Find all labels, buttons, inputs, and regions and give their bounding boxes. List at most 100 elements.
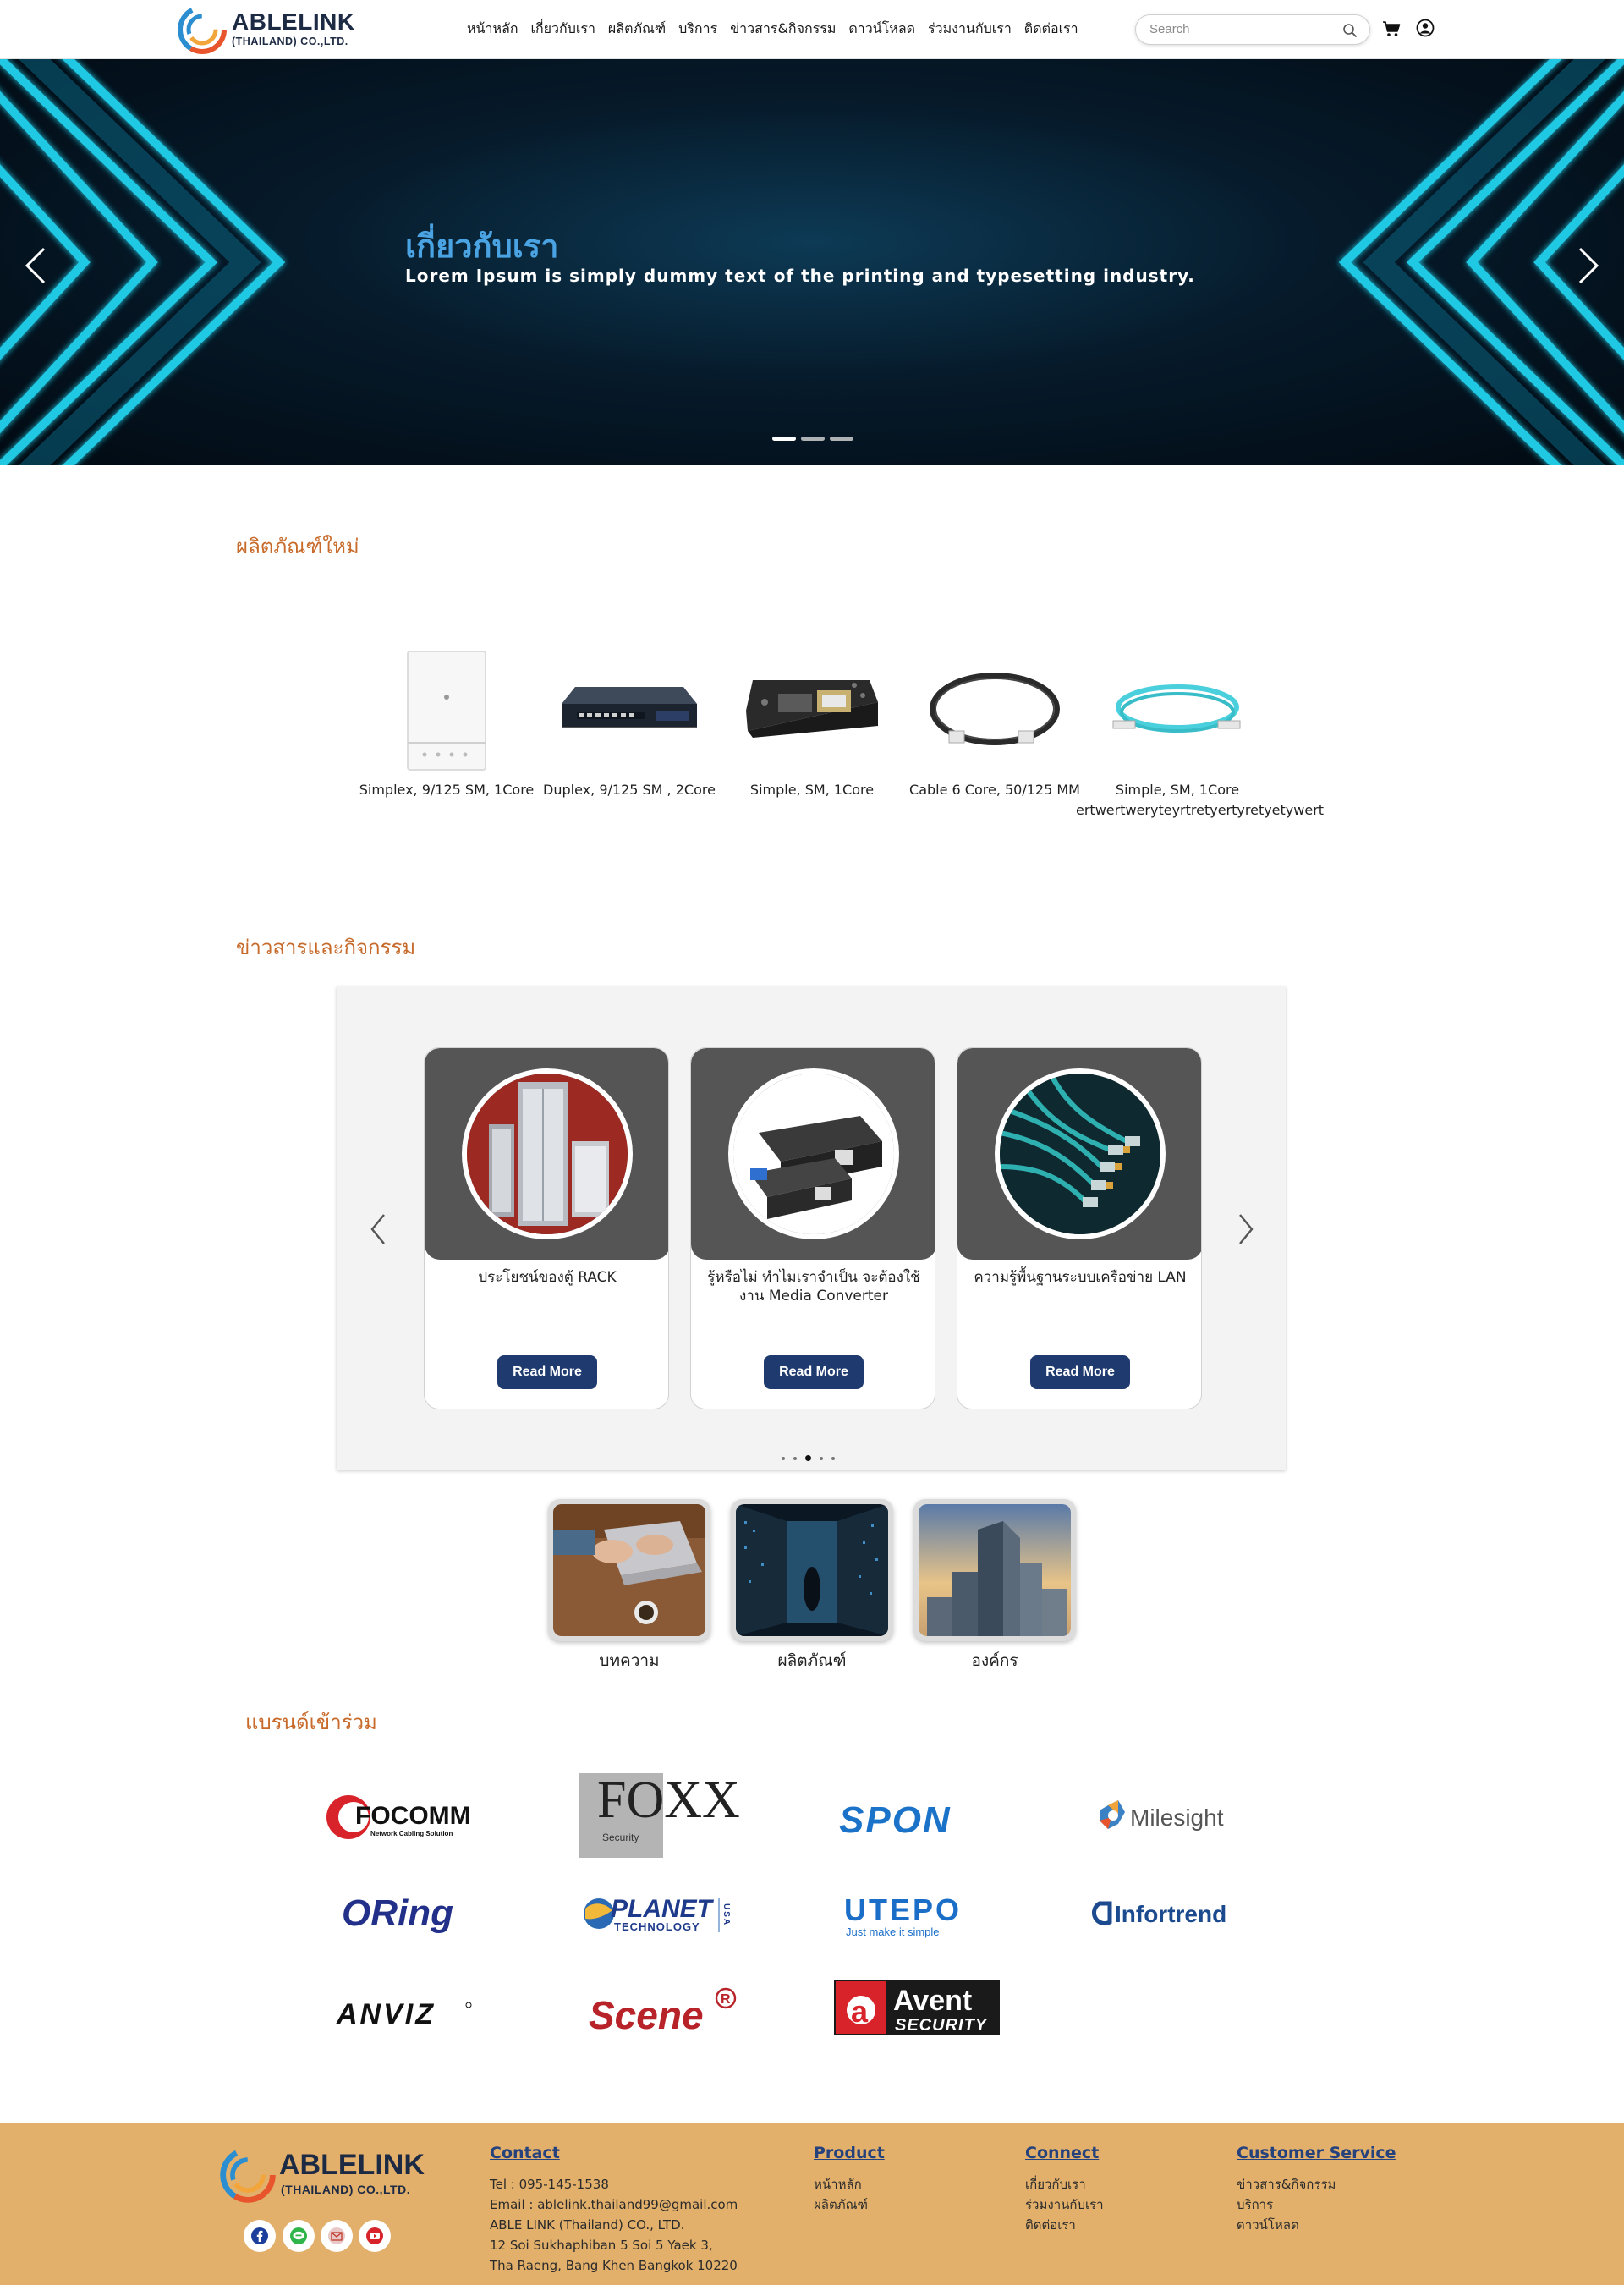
- footer-contact-line: Tel : 095-145-1538: [490, 2177, 609, 2192]
- search-input[interactable]: [1149, 22, 1336, 36]
- brand-tagline: Just make it simple: [846, 1925, 940, 1938]
- category-label: องค์กร: [971, 1651, 1018, 1670]
- brand-foxx[interactable]: FOXX Security: [573, 1773, 751, 1858]
- footer-connect-link[interactable]: ร่วมงานกับเรา: [1025, 2194, 1104, 2215]
- news-carousel-dots: [782, 1455, 835, 1461]
- brand-planet[interactable]: PLANET TECHNOLOGY USA: [575, 1883, 744, 1942]
- facebook-icon: [251, 2227, 268, 2244]
- news-dot[interactable]: [831, 1456, 835, 1460]
- lan-cable-image: [995, 1068, 1166, 1239]
- brand-wordmark: FOXX: [597, 1773, 740, 1829]
- footer-product-link[interactable]: ผลิตภัณฑ์: [814, 2194, 868, 2215]
- media-converter-image: [728, 1068, 899, 1239]
- black-cable-icon: [930, 673, 1060, 745]
- news-dot[interactable]: [782, 1456, 785, 1460]
- main-nav: หน้าหลัก เกี่ยวกับเรา ผลิตภัณฑ์ บริการ ข…: [467, 19, 1078, 40]
- hero-dot[interactable]: [801, 437, 825, 441]
- brand-infortrend[interactable]: Infortrend: [1088, 1883, 1257, 1942]
- circuit-board-icon: [746, 680, 878, 738]
- youtube-button[interactable]: [359, 2220, 391, 2252]
- product-name: Cable 6 Core, 50/125 MM: [909, 782, 1080, 798]
- email-button[interactable]: [321, 2220, 353, 2252]
- facebook-button[interactable]: [244, 2220, 276, 2252]
- news-prev-arrow-icon[interactable]: [365, 1210, 391, 1249]
- youtube-icon: [366, 2227, 383, 2244]
- brand-tagline: TECHNOLOGY: [614, 1920, 700, 1933]
- brand-oring[interactable]: ORing: [320, 1883, 489, 1942]
- site-logo[interactable]: ABLELINK (THAILAND) CO.,LTD.: [176, 3, 354, 56]
- footer-connect-heading[interactable]: Connect: [1025, 2144, 1099, 2162]
- brands-title: แบรนด์เข้าร่วม: [245, 1711, 377, 1734]
- hero-dot[interactable]: [830, 437, 853, 441]
- hero-next-arrow-icon[interactable]: [1572, 240, 1605, 291]
- footer-customer-service-link[interactable]: ข่าวสาร&กิจกรรม: [1237, 2174, 1336, 2194]
- product-name: Duplex, 9/125 SM , 2Core: [543, 782, 716, 798]
- datacenter-image: [731, 1499, 893, 1641]
- read-more-button[interactable]: Read More: [1030, 1355, 1130, 1389]
- footer-customer-service-link[interactable]: บริการ: [1237, 2194, 1273, 2215]
- hero-slide-indicators: [772, 437, 853, 441]
- news-card[interactable]: ประโยชน์ของตู้ RACK Read More: [424, 1047, 669, 1409]
- footer-logo[interactable]: ABLELINK (THAILAND) CO.,LTD.: [218, 2144, 425, 2206]
- footer-contact-heading[interactable]: Contact: [490, 2144, 560, 2162]
- aqua-fiber-cable-icon: [1112, 684, 1241, 733]
- footer-contact-line[interactable]: Email : ablelink.thailand99@gmail.com: [490, 2194, 738, 2215]
- news-card-title: ประโยชน์ของตู้ RACK: [478, 1269, 617, 1286]
- nav-contact[interactable]: ติดต่อเรา: [1024, 19, 1078, 40]
- read-more-button[interactable]: Read More: [764, 1355, 864, 1389]
- brand-tagline: SECURITY: [895, 2016, 988, 2035]
- read-more-button[interactable]: Read More: [497, 1355, 597, 1389]
- brand-scene[interactable]: Scene R: [575, 1976, 744, 2049]
- brand-focomm[interactable]: FOCOMM Network Cabling Solution: [320, 1788, 489, 1848]
- neon-chevron-background: [0, 59, 1624, 465]
- ablelink-swirl-icon: [178, 5, 227, 54]
- brand-wordmark: Infortrend: [1115, 1901, 1226, 1927]
- search-icon[interactable]: [1342, 23, 1358, 38]
- line-button[interactable]: [283, 2220, 315, 2252]
- hero-prev-arrow-icon[interactable]: [19, 240, 52, 291]
- brand-anviz[interactable]: ANVIZ: [320, 1983, 489, 2042]
- logo-text: ABLELINK: [232, 8, 355, 35]
- network-switch-icon: [562, 687, 697, 728]
- news-card[interactable]: รู้หรือไม่ ทำไมเราจำเป็น จะต้องใช้งาน Me…: [690, 1047, 935, 1409]
- brand-spon[interactable]: SPON: [832, 1788, 1001, 1848]
- nav-home[interactable]: หน้าหลัก: [467, 19, 518, 40]
- news-dot[interactable]: [820, 1456, 823, 1460]
- nav-news[interactable]: ข่าวสาร&กิจกรรม: [730, 19, 836, 40]
- user-account-icon[interactable]: [1416, 19, 1435, 37]
- category-label: บทความ: [599, 1651, 660, 1670]
- footer-product-heading[interactable]: Product: [814, 2144, 885, 2162]
- nav-download[interactable]: ดาวน์โหลด: [848, 19, 915, 40]
- brand-avent[interactable]: a Avent SECURITY: [832, 1976, 1001, 2039]
- news-dot[interactable]: [805, 1455, 811, 1461]
- new-products-title: ผลิตภัณฑ์ใหม่: [236, 535, 359, 558]
- office-building-image: [914, 1499, 1076, 1641]
- footer-customer-service-heading[interactable]: Customer Service: [1237, 2144, 1396, 2162]
- search-box: [1135, 14, 1370, 45]
- footer-product-link[interactable]: หน้าหลัก: [814, 2174, 862, 2194]
- brand-utepo[interactable]: UTEPO Just make it simple: [832, 1883, 1001, 1942]
- brand-wordmark: Scene: [589, 1993, 704, 2037]
- news-next-arrow-icon[interactable]: [1233, 1210, 1259, 1249]
- site-header: ABLELINK (THAILAND) CO.,LTD. หน้าหลัก เก…: [0, 0, 1624, 59]
- news-dot[interactable]: [793, 1456, 797, 1460]
- hero-dot[interactable]: [772, 437, 796, 441]
- line-icon: [290, 2227, 307, 2244]
- email-icon: [328, 2227, 345, 2244]
- brand-milesight[interactable]: Milesight: [1088, 1788, 1257, 1848]
- brand-origin: USA: [721, 1903, 731, 1926]
- nav-careers[interactable]: ร่วมงานกับเรา: [928, 19, 1012, 40]
- footer-connect-link[interactable]: เกี่ยวกับเรา: [1025, 2174, 1086, 2194]
- nav-about[interactable]: เกี่ยวกับเรา: [531, 19, 595, 40]
- laptop-desk-image: [548, 1499, 710, 1641]
- brand-wordmark: ANVIZ: [336, 1998, 436, 2030]
- nav-products[interactable]: ผลิตภัณฑ์: [608, 19, 666, 40]
- nav-services[interactable]: บริการ: [678, 19, 717, 40]
- cart-icon[interactable]: [1382, 20, 1401, 37]
- news-card-title: ความรู้พื้นฐานระบบเครือข่าย LAN: [974, 1269, 1187, 1286]
- footer-connect-link[interactable]: ติดต่อเรา: [1025, 2215, 1076, 2235]
- footer-contact-line: ABLE LINK (Thailand) CO., LTD.: [490, 2217, 685, 2233]
- news-card[interactable]: ความรู้พื้นฐานระบบเครือข่าย LAN Read Mor…: [957, 1047, 1202, 1409]
- product-name: Simple, SM, 1Core ertwertweryteyrtretyer…: [1076, 782, 1325, 818]
- footer-customer-service-link[interactable]: ดาวน์โหลด: [1237, 2215, 1299, 2235]
